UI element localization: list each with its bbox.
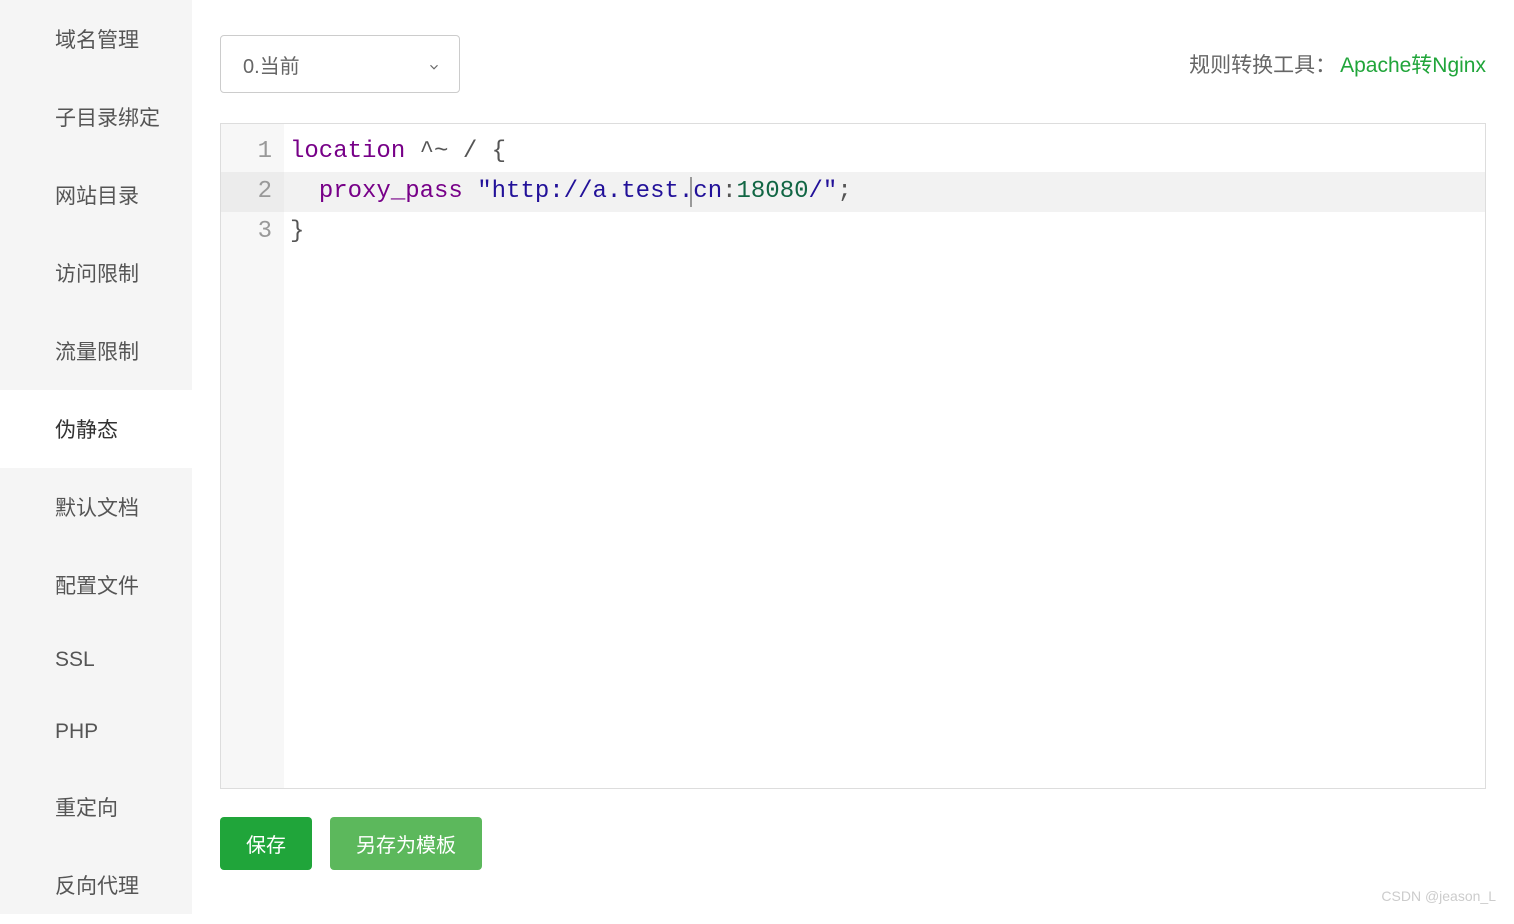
sidebar-item-php[interactable]: PHP — [0, 696, 192, 768]
select-value: 0.当前 — [243, 50, 300, 79]
sidebar-item-label: SSL — [55, 648, 95, 671]
top-row: 0.当前 规则转换工具： Apache转Nginx — [220, 35, 1486, 93]
tool-label-text: 规则转换工具： — [1189, 49, 1336, 79]
sidebar: 域名管理 子目录绑定 网站目录 访问限制 流量限制 伪静态 默认文档 配置文件 … — [0, 0, 192, 914]
save-as-template-button[interactable]: 另存为模板 — [330, 817, 482, 870]
sidebar-item-label: 配置文件 — [55, 575, 139, 598]
sidebar-item-reverse-proxy[interactable]: 反向代理 — [0, 846, 192, 924]
apache-to-nginx-link[interactable]: Apache转Nginx — [1340, 49, 1486, 79]
sidebar-item-access-limit[interactable]: 访问限制 — [0, 234, 192, 312]
sidebar-item-site-dir[interactable]: 网站目录 — [0, 156, 192, 234]
sidebar-item-subdir-bind[interactable]: 子目录绑定 — [0, 78, 192, 156]
code-area[interactable]: location ^~ / { proxy_pass "http://a.tes… — [284, 124, 1485, 788]
sidebar-item-redirect[interactable]: 重定向 — [0, 768, 192, 846]
code-editor[interactable]: 1 2 3 location ^~ / { proxy_pass "http:/… — [220, 123, 1486, 789]
gutter-line: 3 — [221, 212, 284, 252]
editor-cursor — [690, 177, 692, 207]
sidebar-item-label: 反向代理 — [55, 875, 139, 898]
gutter-line: 1 — [221, 132, 284, 172]
sidebar-item-config-file[interactable]: 配置文件 — [0, 546, 192, 624]
sidebar-item-pseudo-static[interactable]: 伪静态 — [0, 390, 192, 468]
template-select[interactable]: 0.当前 — [220, 35, 460, 93]
sidebar-item-label: 访问限制 — [55, 263, 139, 286]
sidebar-item-label: 域名管理 — [55, 29, 139, 52]
sidebar-item-label: 伪静态 — [55, 419, 118, 442]
rule-convert-tool: 规则转换工具： Apache转Nginx — [1189, 49, 1486, 79]
sidebar-item-traffic-limit[interactable]: 流量限制 — [0, 312, 192, 390]
watermark: CSDN @jeason_L — [1381, 888, 1496, 904]
sidebar-item-label: 子目录绑定 — [55, 107, 160, 130]
sidebar-item-ssl[interactable]: SSL — [0, 624, 192, 696]
sidebar-item-domain-mgmt[interactable]: 域名管理 — [0, 0, 192, 78]
save-button[interactable]: 保存 — [220, 817, 312, 870]
code-line-1: location ^~ / { — [284, 132, 1485, 172]
sidebar-item-label: 默认文档 — [55, 497, 139, 520]
sidebar-item-default-doc[interactable]: 默认文档 — [0, 468, 192, 546]
main-content: 0.当前 规则转换工具： Apache转Nginx 1 2 3 location… — [192, 0, 1514, 914]
editor-gutter: 1 2 3 — [221, 124, 284, 788]
button-row: 保存 另存为模板 — [220, 817, 1486, 870]
gutter-line: 2 — [221, 172, 284, 212]
sidebar-item-label: 重定向 — [55, 797, 118, 820]
code-line-3: } — [284, 212, 1485, 252]
sidebar-item-label: 流量限制 — [55, 341, 139, 364]
chevron-down-icon — [427, 57, 441, 71]
template-select-wrapper: 0.当前 — [220, 35, 460, 93]
sidebar-item-label: PHP — [55, 720, 98, 743]
code-line-2: proxy_pass "http://a.test.cn:18080/"; — [284, 172, 1485, 212]
sidebar-item-label: 网站目录 — [55, 185, 139, 208]
